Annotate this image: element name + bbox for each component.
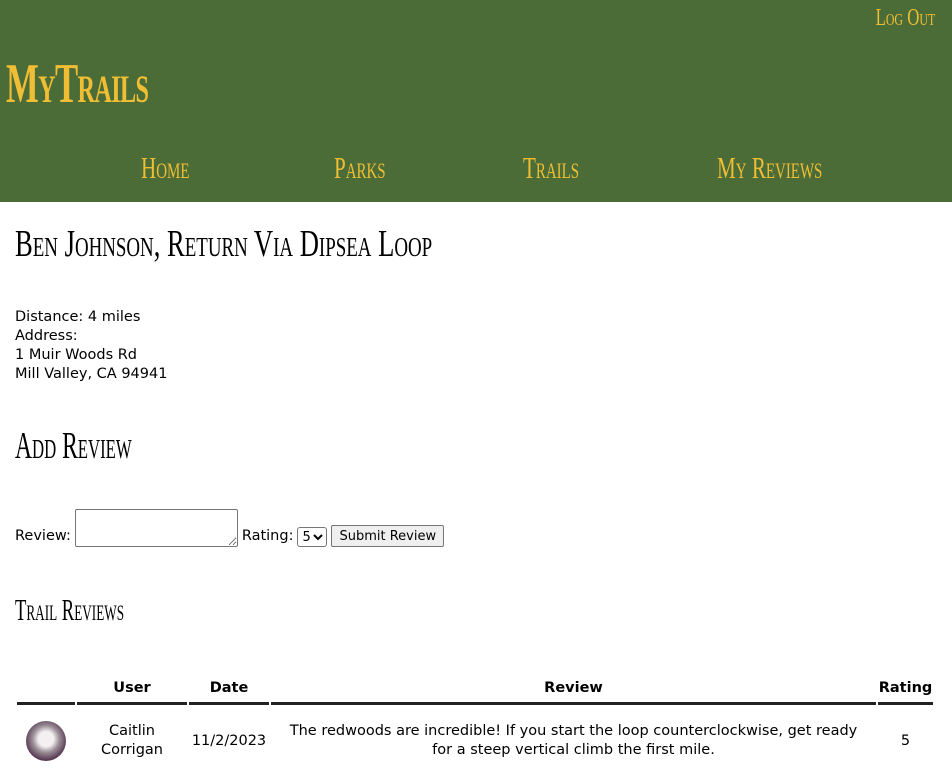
review-text: The redwoods are incredible! If you star… bbox=[289, 723, 858, 758]
site-logo[interactable]: MyTrails bbox=[6, 52, 149, 116]
rating-select[interactable]: 5 bbox=[297, 527, 328, 547]
avatar-cell bbox=[17, 707, 75, 775]
site-header: Log Out MyTrails Home Parks Trails My Re… bbox=[0, 0, 952, 202]
trail-info: Distance: 4 miles Address: 1 Muir Woods … bbox=[15, 308, 167, 384]
table-header-row: User Date Review Rating bbox=[17, 674, 933, 705]
review-textarea[interactable] bbox=[74, 509, 238, 547]
column-header-date: Date bbox=[189, 674, 269, 705]
trail-distance: Distance: 4 miles bbox=[15, 309, 141, 325]
table-row: Caitlin Corrigan 11/2/2023 The redwoods … bbox=[17, 707, 933, 775]
add-review-heading: Add Review bbox=[15, 425, 132, 467]
reviews-table: User Date Review Rating Caitlin Corrigan… bbox=[15, 672, 935, 777]
nav-trails[interactable]: Trails bbox=[523, 150, 579, 186]
column-header-user: User bbox=[77, 674, 187, 705]
nav-parks[interactable]: Parks bbox=[334, 150, 386, 186]
page-title: Ben Johnson, Return Via Dipsea Loop bbox=[15, 223, 433, 265]
column-header-avatar bbox=[17, 674, 75, 705]
nav-my-reviews[interactable]: My Reviews bbox=[717, 150, 822, 186]
address-label: Address: bbox=[15, 328, 78, 344]
review-user: Caitlin Corrigan bbox=[101, 723, 163, 758]
column-header-rating: Rating bbox=[878, 674, 933, 705]
add-review-form: Review: Rating: 5 Submit Review bbox=[15, 509, 445, 547]
logout-link[interactable]: Log Out bbox=[875, 5, 935, 32]
submit-review-button[interactable]: Submit Review bbox=[331, 525, 445, 547]
review-label: Review: bbox=[15, 528, 71, 544]
avatar bbox=[26, 721, 66, 761]
nav-home[interactable]: Home bbox=[141, 150, 189, 186]
review-date: 11/2/2023 bbox=[191, 732, 267, 749]
review-rating: 5 bbox=[900, 732, 911, 749]
address-line-2: Mill Valley, CA 94941 bbox=[15, 366, 168, 382]
address-line-1: 1 Muir Woods Rd bbox=[15, 347, 138, 363]
trail-reviews-heading: Trail Reviews bbox=[15, 592, 125, 627]
rating-label: Rating: bbox=[241, 528, 294, 544]
column-header-review: Review bbox=[271, 674, 876, 705]
